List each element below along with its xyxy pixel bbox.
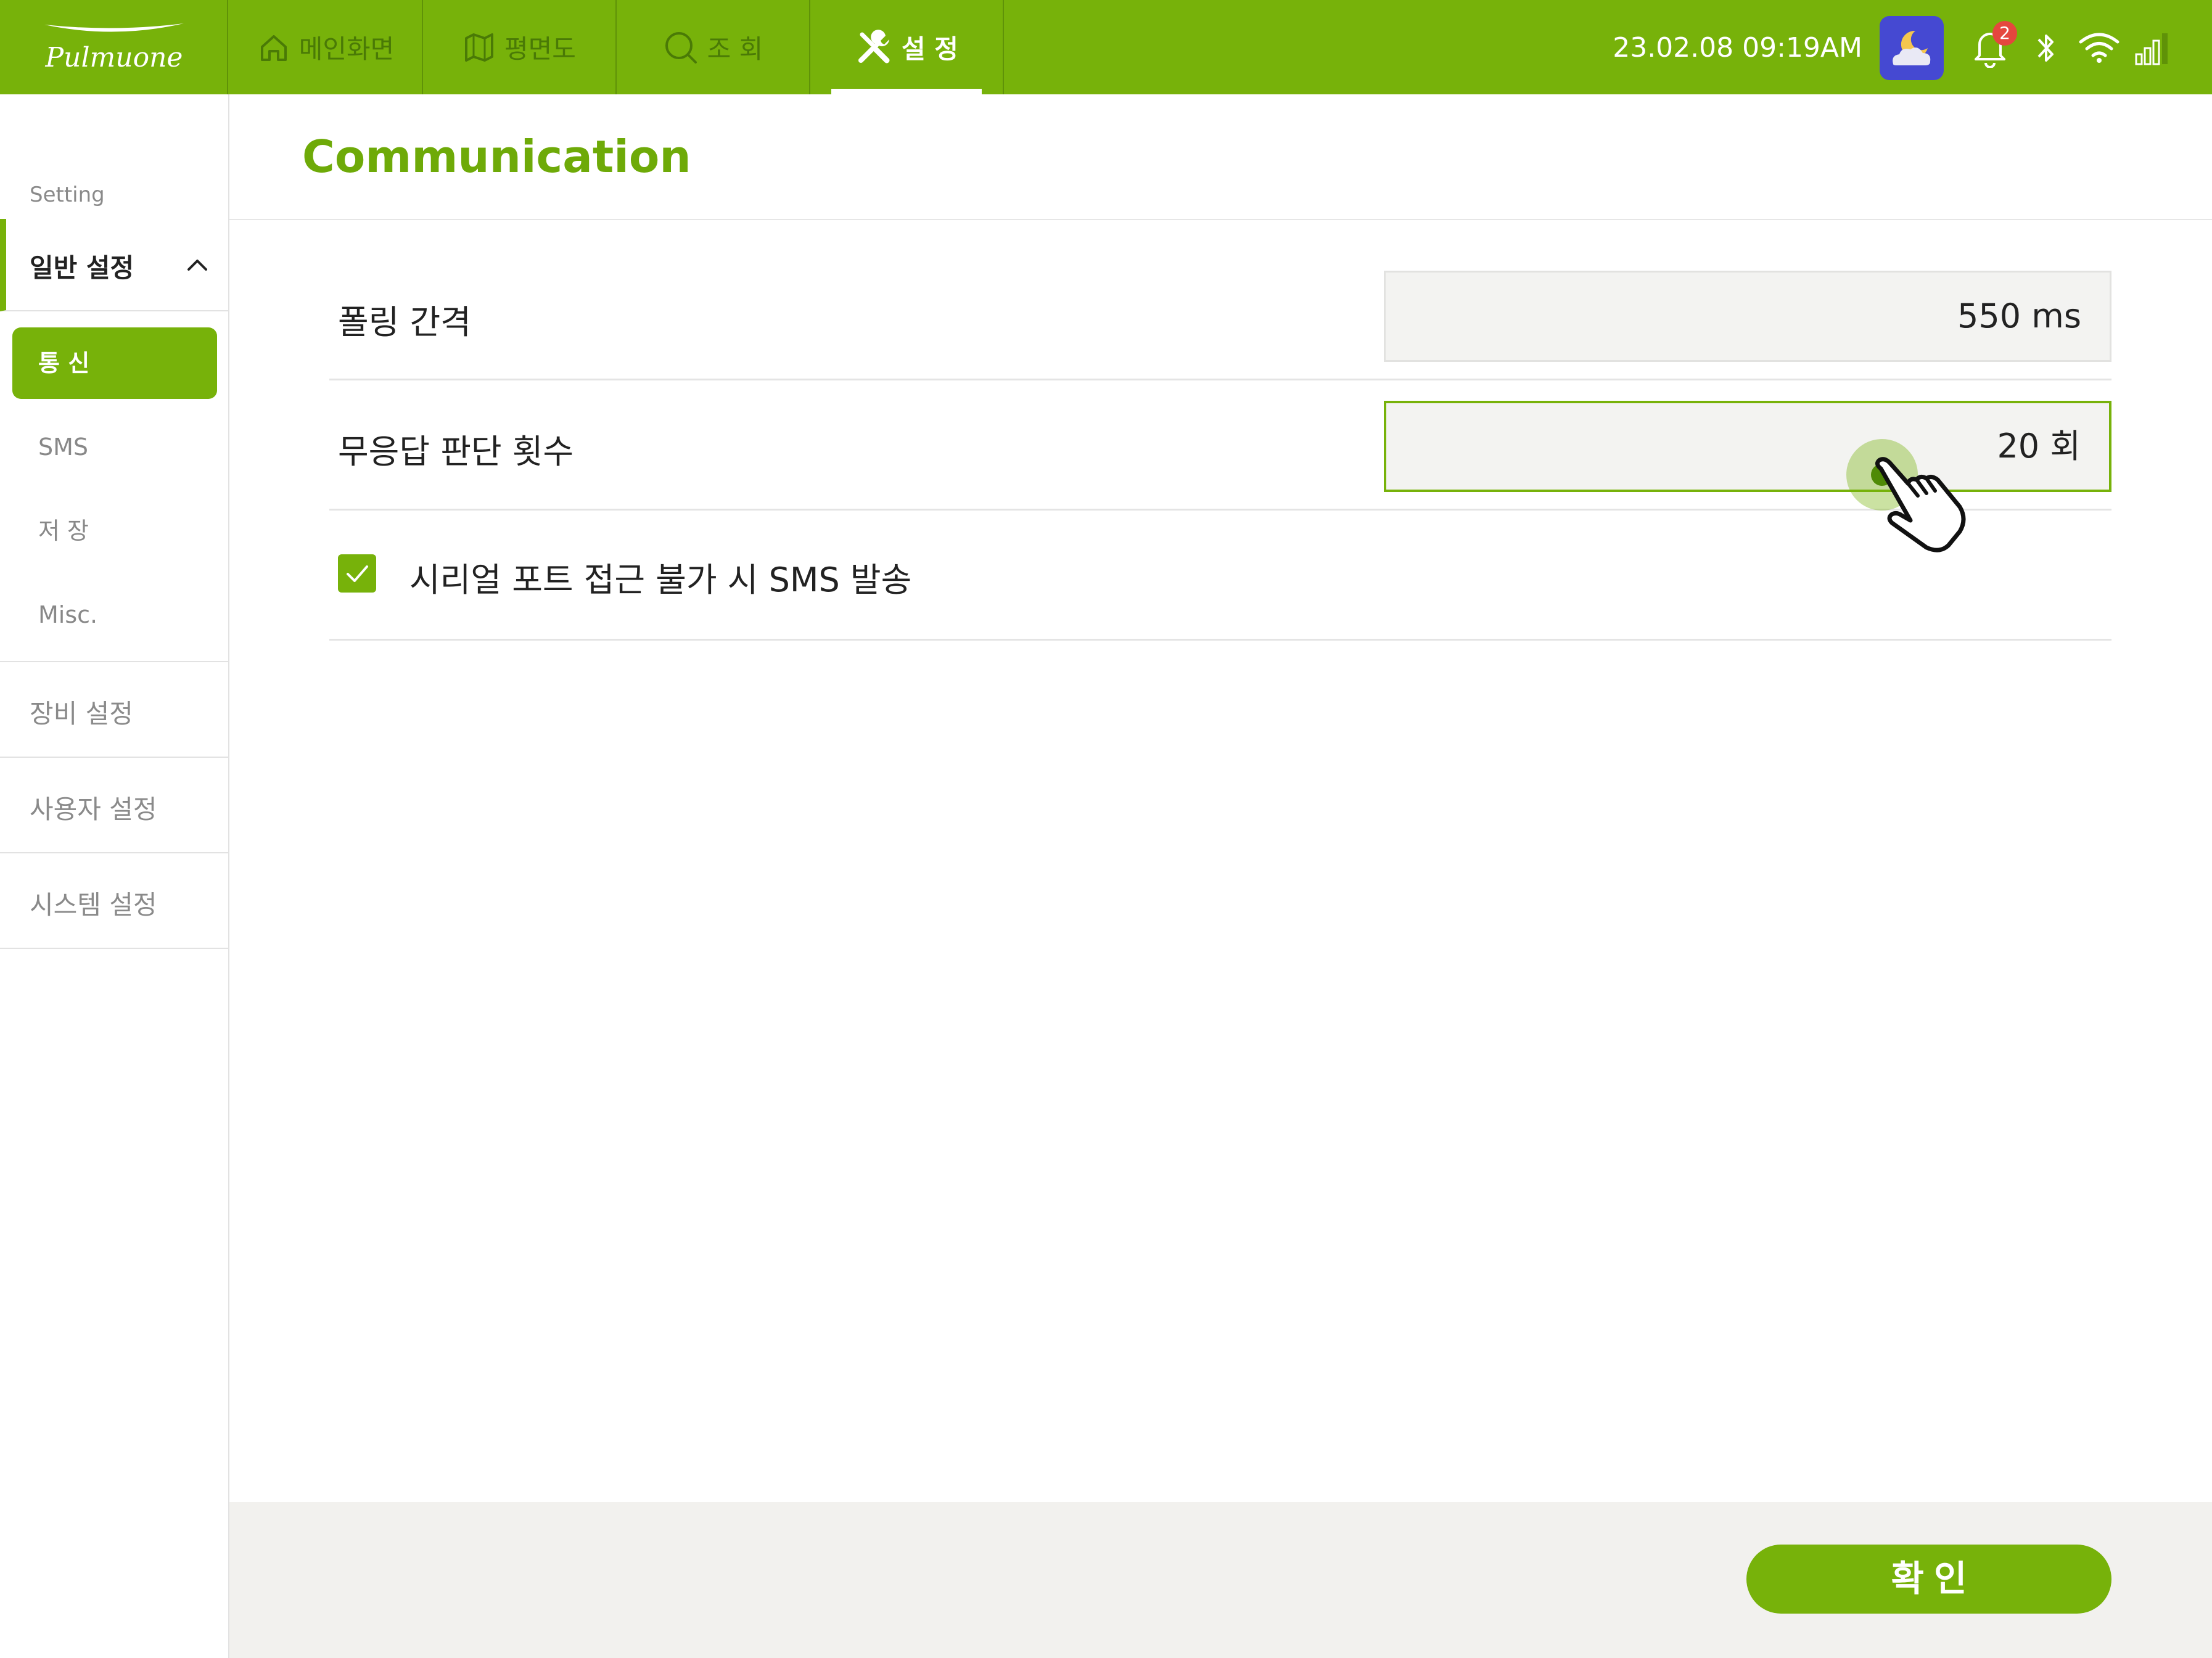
sidebar-item-label: 시스템 설정 <box>30 890 157 920</box>
logo-text: Pulmuone <box>45 42 183 73</box>
sms-on-serial-failure-label[interactable]: 시리얼 포트 접근 불가 시 SMS 발송 <box>409 552 911 601</box>
home-icon <box>260 35 287 61</box>
sidebar: Setting 일반 설정 통 신 SMS 저 장 Misc. 장비 설정 사용… <box>0 94 229 1658</box>
search-icon <box>665 31 697 64</box>
polling-interval-label: 폴링 간격 <box>338 303 471 342</box>
confirm-button[interactable]: 확 인 <box>1746 1545 2111 1614</box>
night-cloud-moon-icon <box>1893 30 1931 65</box>
sidebar-item-label: 장비 설정 <box>30 699 133 729</box>
sidebar-item-system-settings[interactable]: 시스템 설정 <box>0 853 228 949</box>
sidebar-item-sms[interactable]: SMS <box>12 411 217 483</box>
sidebar-item-storage[interactable]: 저 장 <box>12 495 217 567</box>
sidebar-item-misc[interactable]: Misc. <box>12 579 217 650</box>
datetime: 23.02.08 09:19AM <box>1613 32 1862 64</box>
notification-badge: 2 <box>1992 21 2017 46</box>
divider <box>329 379 2111 380</box>
no-response-count-label: 무응답 판단 횟수 <box>338 432 574 471</box>
tab-settings-label: 설 정 <box>902 34 958 64</box>
weather-button[interactable] <box>1880 16 1944 80</box>
signal-icon <box>2135 33 2168 65</box>
divider <box>329 639 2111 641</box>
bluetooth-icon[interactable] <box>2035 30 2057 67</box>
tab-search[interactable]: 조 회 <box>617 0 810 94</box>
no-response-count-field[interactable]: 20 회 <box>1384 401 2111 492</box>
tab-settings[interactable]: 설 정 <box>810 0 1004 94</box>
wifi-icon[interactable] <box>2078 31 2120 64</box>
chevron-up-icon <box>187 260 207 271</box>
sms-on-serial-failure-checkbox[interactable] <box>338 554 376 593</box>
logo-swoosh-icon <box>44 23 184 32</box>
sidebar-section-label: Setting <box>30 183 105 207</box>
checkmark-icon <box>347 565 368 582</box>
polling-interval-field[interactable]: 550 ms <box>1384 271 2111 362</box>
active-tab-indicator <box>831 89 982 94</box>
sidebar-group-label: 일반 설정 <box>30 253 134 283</box>
tab-floor-plan[interactable]: 평면도 <box>423 0 617 94</box>
sidebar-item-label: 사용자 설정 <box>30 794 157 824</box>
tab-main-screen[interactable]: 메인화면 <box>229 0 423 94</box>
brand-logo[interactable]: Pulmuone <box>0 0 228 94</box>
sidebar-item-communication[interactable]: 통 신 <box>12 327 217 399</box>
pointing-hand-icon <box>1875 457 1966 552</box>
sidebar-item-device-settings[interactable]: 장비 설정 <box>0 662 228 758</box>
tab-floor-plan-label: 평면도 <box>504 34 576 64</box>
tab-search-label: 조 회 <box>707 34 763 64</box>
floorplan-icon <box>465 33 494 62</box>
tools-icon <box>858 29 890 63</box>
top-bar: Pulmuone 메인화면 평면도 조 회 설 정 23.02.08 09:19… <box>0 0 2212 94</box>
divider <box>229 219 2212 220</box>
sidebar-group-general-settings[interactable]: 일반 설정 <box>0 219 228 311</box>
tab-main-screen-label: 메인화면 <box>298 34 395 64</box>
page-title: Communication <box>302 131 691 183</box>
divider <box>329 509 2111 511</box>
sidebar-item-user-settings[interactable]: 사용자 설정 <box>0 758 228 853</box>
